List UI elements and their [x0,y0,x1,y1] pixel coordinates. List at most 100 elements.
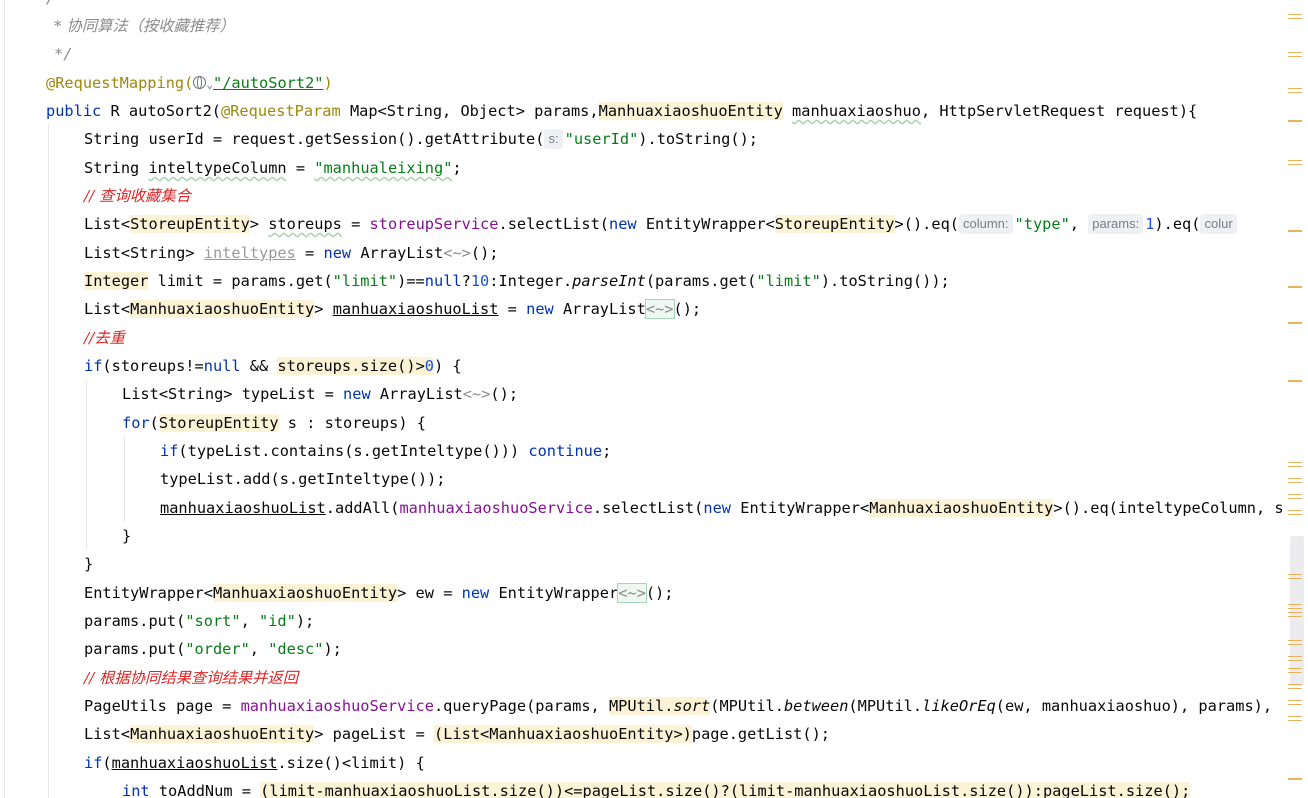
code-line-for[interactable]: for(StoreupEntity s : storeups) { [122,409,426,437]
code-text: (params.get( [645,272,757,290]
warning-marker[interactable] [1288,494,1302,499]
static-method: between [783,697,849,715]
code-line-typelist-add[interactable]: typeList.add(s.getInteltype()); [160,465,446,493]
warning-marker[interactable] [1288,160,1302,165]
warning-marker[interactable] [1288,716,1302,721]
static-method: likeOrEq [922,697,996,715]
highlighted-expression: storeups.size()> [277,357,425,375]
warning-marker[interactable] [1288,52,1302,57]
field-ref: manhuaxiaoshuoService [240,697,434,715]
code-text: , HttpServletRequest request){ [920,102,1198,120]
code-text: ; [452,159,462,177]
indent-guide [86,380,87,550]
warning-marker[interactable] [1288,120,1302,122]
warning-marker[interactable] [1288,14,1302,19]
code-text: (storeups!= [102,357,204,375]
warning-marker[interactable] [1288,88,1302,93]
code-line-addall[interactable]: manhuaxiaoshuoList.addAll(manhuaxiaoshuo… [160,494,1284,522]
code-text: > ew = [397,584,462,602]
code-line-ew[interactable]: EntityWrapper<ManhuaxiaoshuoEntity> ew =… [84,579,673,607]
code-line-userid[interactable]: String userId = request.getSession().get… [84,125,758,153]
diamond-fold[interactable]: <~> [463,385,491,403]
warning-marker[interactable] [1288,640,1302,645]
code-line-comment-result[interactable]: // 根据协同结果查询结果并返回 [84,664,298,692]
code-text: String [84,159,149,177]
warning-marker[interactable] [1288,668,1302,673]
code-text: (MPUtil. [848,697,923,715]
diamond-fold[interactable]: <~> [443,244,471,262]
globe-icon[interactable] [193,76,207,89]
code-editor[interactable]: /** * 协同算法（按收藏推荐） */ @RequestMapping(⌄"/… [0,0,1308,798]
string-literal: "userId" [564,130,639,148]
warning-marker[interactable] [1288,286,1302,288]
code-text: List<String> typeList = [122,385,344,403]
warning-marker[interactable] [1288,656,1302,661]
class-ref: ManhuaxiaoshuoEntity [130,300,315,318]
class-ref: ManhuaxiaoshuoEntity [130,725,315,743]
code-line-signature[interactable]: public R autoSort2(@RequestParam Map<Str… [46,97,1197,125]
code-line-inteltypes[interactable]: List<String> inteltypes = new ArrayList<… [84,239,499,267]
code-line-comment-dedup[interactable]: //去重 [84,324,125,352]
code-text: ).toString(); [638,130,759,148]
warning-marker[interactable] [1288,778,1302,780]
scrollbar-thumb[interactable] [1290,536,1304,686]
code-line-page[interactable]: PageUtils page = manhuaxiaoshuoService.q… [84,692,1272,720]
code-line-if-contains[interactable]: if(typeList.contains(s.getInteltype())) … [160,437,611,465]
code-line-storeups[interactable]: List<StoreupEntity> storeups = storeupSe… [84,210,1239,238]
warning-marker[interactable] [1288,380,1302,382]
warning-marker[interactable] [1288,322,1302,324]
warning-marker[interactable] [1288,510,1302,515]
warning-marker[interactable] [1288,684,1302,689]
code-line-column[interactable]: String inteltypeColumn = "manhualeixing"… [84,154,462,182]
code-text: ( [149,414,159,432]
keyword-null: null [203,357,241,375]
class-ref: ManhuaxiaoshuoEntity [869,499,1054,517]
code-line-comment-query[interactable]: // 查询收藏集合 [84,182,191,210]
code-text: typeList.add(s.getInteltype()); [160,470,446,488]
code-line-put-sort[interactable]: params.put("sort", "id"); [84,607,314,635]
string-literal: "manhualeixing" [314,159,453,177]
warning-marker[interactable] [1288,462,1302,467]
warning-marker[interactable] [1288,478,1302,483]
code-line-mapping[interactable]: @RequestMapping(⌄"/autoSort2") [46,69,333,97]
keyword-new: new [461,584,490,602]
keyword-if: if [84,357,103,375]
keyword-null: null [424,272,462,290]
string-literal: "desc" [268,640,324,658]
warning-marker[interactable] [1288,700,1302,705]
code-line-pagelist[interactable]: List<ManhuaxiaoshuoEntity> pageList = (L… [84,720,830,748]
code-text: = [295,244,324,262]
string-literal: "limit" [332,272,398,290]
code-text: ArrayList [553,300,646,318]
code-text: > [249,215,269,233]
code-line-mlist[interactable]: List<ManhuaxiaoshuoEntity> manhuaxiaoshu… [84,295,701,323]
class-ref: StoreupEntity [130,215,250,233]
warning-marker[interactable] [1288,612,1302,617]
code-text: = [498,300,527,318]
code-line-toaddnum[interactable]: int toAddNum = (limit-manhuaxiaoshuoList… [122,777,1191,798]
diamond-fold[interactable]: <~> [617,583,647,603]
mapping-path[interactable]: "/autoSort2" [213,74,324,92]
code-text: (ew, manhuaxiaoshuo), params), [995,697,1273,715]
code-line-doc-start[interactable]: /** [46,0,74,12]
diamond-fold[interactable]: <~> [644,299,675,319]
code-text: :Integer. [489,272,573,290]
class-ref: StoreupEntity [774,215,895,233]
code-line-close-if[interactable]: } [84,550,93,578]
code-text: params.put( [84,612,186,630]
warning-marker[interactable] [1288,604,1302,609]
code-line-close-for[interactable]: } [122,522,131,550]
doc-comment-text: 协同算法（按收藏推荐） [66,17,235,35]
warning-marker[interactable] [1288,574,1302,579]
code-line-typelist[interactable]: List<String> typeList = new ArrayList<~>… [122,380,518,408]
code-line-doc-end[interactable]: */ [54,40,72,68]
code-line-if-size[interactable]: if(manhuaxiaoshuoList.size()<limit) { [84,749,425,777]
code-line-if-storeups[interactable]: if(storeups!=null && storeups.size()>0) … [84,352,462,380]
code-text: (); [673,300,702,318]
doc-comment-star: * [54,17,67,35]
code-line-put-order[interactable]: params.put("order", "desc"); [84,635,342,663]
code-line-limit[interactable]: Integer limit = params.get("limit")==nul… [84,267,950,295]
chevron-down-icon[interactable]: ⌄ [206,78,213,91]
code-line-doc[interactable]: * 协同算法（按收藏推荐） [54,12,235,40]
warning-marker[interactable] [1288,230,1302,232]
